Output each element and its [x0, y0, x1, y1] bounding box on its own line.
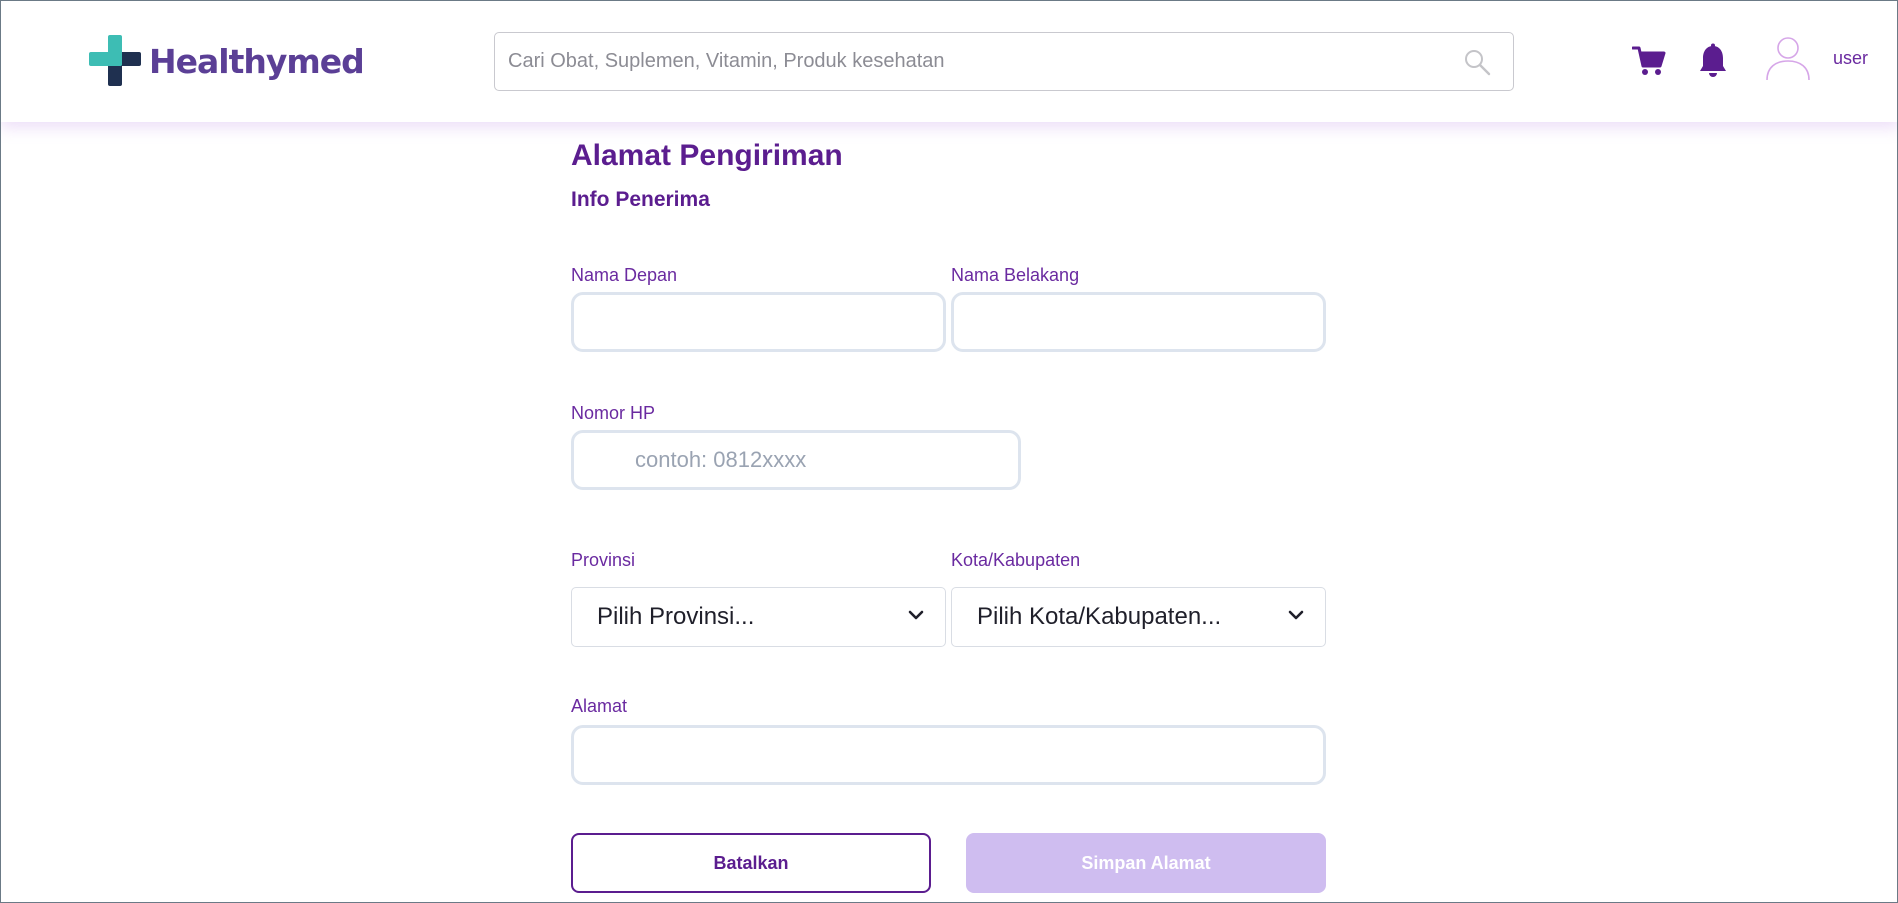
phone-label: Nomor HP [571, 403, 656, 423]
cross-logo-icon [89, 35, 141, 86]
brand-logo[interactable]: Healthymed [89, 35, 365, 87]
last-name-field[interactable] [951, 292, 1326, 352]
user-name[interactable]: user [1833, 48, 1868, 69]
top-navbar: Healthymed user [1, 1, 1897, 122]
search-icon[interactable] [1463, 48, 1491, 76]
province-select[interactable]: Pilih Provinsi... [571, 587, 946, 647]
page-title: Alamat Pengiriman [571, 139, 843, 172]
brand-name: Healthymed [149, 41, 365, 81]
app-window: Healthymed user Alamat Pengirim [0, 0, 1898, 903]
province-label: Provinsi [571, 550, 636, 570]
chevron-down-icon [1288, 610, 1304, 620]
user-avatar-icon[interactable] [1765, 35, 1811, 81]
cancel-button[interactable]: Batalkan [571, 833, 931, 893]
city-selected-value: Pilih Kota/Kabupaten... [977, 603, 1222, 630]
chevron-down-icon [908, 610, 924, 620]
phone-field[interactable] [571, 430, 1021, 490]
search-bar [494, 32, 1514, 91]
city-label: Kota/Kabupaten [951, 550, 1081, 570]
first-name-field[interactable] [571, 292, 946, 352]
first-name-label: Nama Depan [571, 265, 678, 285]
cart-icon[interactable] [1632, 45, 1666, 77]
bell-icon[interactable] [1698, 43, 1728, 79]
search-input[interactable] [495, 33, 1435, 90]
city-select[interactable]: Pilih Kota/Kabupaten... [951, 587, 1326, 647]
section-title: Info Penerima [571, 188, 710, 211]
last-name-label: Nama Belakang [951, 265, 1080, 285]
address-label: Alamat [571, 696, 628, 716]
save-address-button[interactable]: Simpan Alamat [966, 833, 1326, 893]
province-selected-value: Pilih Provinsi... [597, 603, 755, 630]
address-field[interactable] [571, 725, 1326, 785]
